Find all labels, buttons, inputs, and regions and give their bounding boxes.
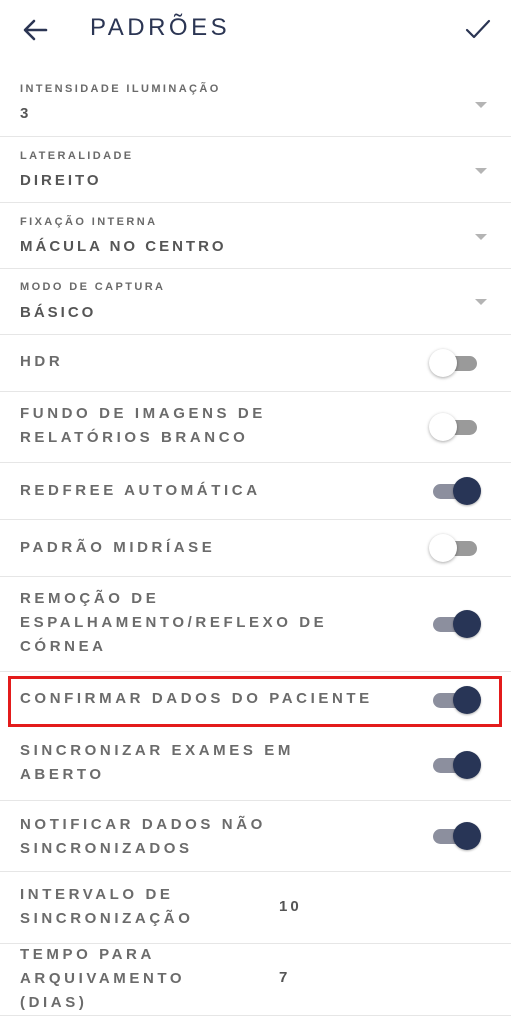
checkmark-icon: [465, 19, 491, 39]
toggle-knob: [429, 349, 457, 377]
toggle-sincronizar[interactable]: [431, 751, 481, 779]
toggle-knob: [453, 610, 481, 638]
select-intensidade-iluminacao[interactable]: INTENSIDADE ILUMINAÇÃO 3: [0, 70, 511, 137]
arrow-left-icon: [23, 19, 48, 41]
toggle-redfree[interactable]: [431, 477, 481, 505]
toggle-row-redfree: REDFREE AUTOMÁTICA: [0, 463, 511, 520]
toggle-row-midriase: PADRÃO MIDRÍASE: [0, 520, 511, 577]
select-value: DIREITO: [20, 172, 102, 189]
toggle-label: REMOÇÃO DE ESPALHAMENTO/REFLEXO DE CÓRNE…: [20, 590, 328, 655]
app-header: PADRÕES: [0, 0, 511, 60]
dropdown-caret-icon: [475, 102, 487, 108]
select-modo-de-captura[interactable]: MODO DE CAPTURA BÁSICO: [0, 269, 511, 335]
select-fixacao-interna[interactable]: FIXAÇÃO INTERNA MÁCULA NO CENTRO: [0, 203, 511, 269]
confirm-button[interactable]: [462, 14, 492, 44]
dropdown-caret-icon: [475, 234, 487, 240]
number-label: INTERVALO DE SINCRONIZAÇÃO: [20, 886, 194, 927]
dropdown-caret-icon: [475, 299, 487, 305]
toggle-row-sincronizar: SINCRONIZAR EXAMES EM ABERTO: [0, 730, 511, 801]
number-row-intervalo[interactable]: INTERVALO DE SINCRONIZAÇÃO 10: [0, 872, 511, 944]
select-label: FIXAÇÃO INTERNA: [20, 216, 158, 228]
toggle-knob: [453, 751, 481, 779]
toggle-label: REDFREE AUTOMÁTICA: [20, 482, 261, 499]
number-row-tempo-arquivamento[interactable]: TEMPO PARA ARQUIVAMENTO (DIAS) 7: [0, 944, 511, 1016]
select-label: INTENSIDADE ILUMINAÇÃO: [20, 83, 221, 95]
toggle-label: HDR: [20, 353, 64, 370]
toggle-knob: [453, 477, 481, 505]
back-button[interactable]: [20, 16, 50, 44]
toggle-midriase[interactable]: [429, 534, 479, 562]
number-label: TEMPO PARA ARQUIVAMENTO (DIAS): [20, 946, 186, 1011]
number-value: 10: [279, 898, 302, 915]
select-value: MÁCULA NO CENTRO: [20, 238, 227, 255]
toggle-notificar[interactable]: [431, 822, 481, 850]
toggle-row-notificar: NOTIFICAR DADOS NÃO SINCRONIZADOS: [0, 801, 511, 872]
toggle-label: FUNDO DE IMAGENS DE RELATÓRIOS BRANCO: [20, 405, 266, 446]
toggle-row-fundo-imagens: FUNDO DE IMAGENS DE RELATÓRIOS BRANCO: [0, 392, 511, 463]
toggle-knob: [429, 413, 457, 441]
page-title: PADRÕES: [90, 14, 231, 41]
highlight-box: [8, 676, 502, 727]
select-label: LATERALIDADE: [20, 150, 134, 162]
select-lateralidade[interactable]: LATERALIDADE DIREITO: [0, 137, 511, 203]
dropdown-caret-icon: [475, 168, 487, 174]
toggle-row-hdr: HDR: [0, 335, 511, 392]
select-value: 3: [20, 105, 32, 122]
number-value: 7: [279, 969, 291, 986]
toggle-fundo-imagens[interactable]: [429, 413, 479, 441]
toggle-row-remocao: REMOÇÃO DE ESPALHAMENTO/REFLEXO DE CÓRNE…: [0, 577, 511, 672]
toggle-label: NOTIFICAR DADOS NÃO SINCRONIZADOS: [20, 816, 266, 857]
toggle-remocao[interactable]: [431, 610, 481, 638]
toggle-knob: [429, 534, 457, 562]
toggle-hdr[interactable]: [429, 349, 479, 377]
toggle-label: SINCRONIZAR EXAMES EM ABERTO: [20, 742, 294, 783]
select-label: MODO DE CAPTURA: [20, 281, 166, 293]
toggle-knob: [453, 822, 481, 850]
select-value: BÁSICO: [20, 304, 97, 321]
toggle-label: PADRÃO MIDRÍASE: [20, 539, 216, 556]
